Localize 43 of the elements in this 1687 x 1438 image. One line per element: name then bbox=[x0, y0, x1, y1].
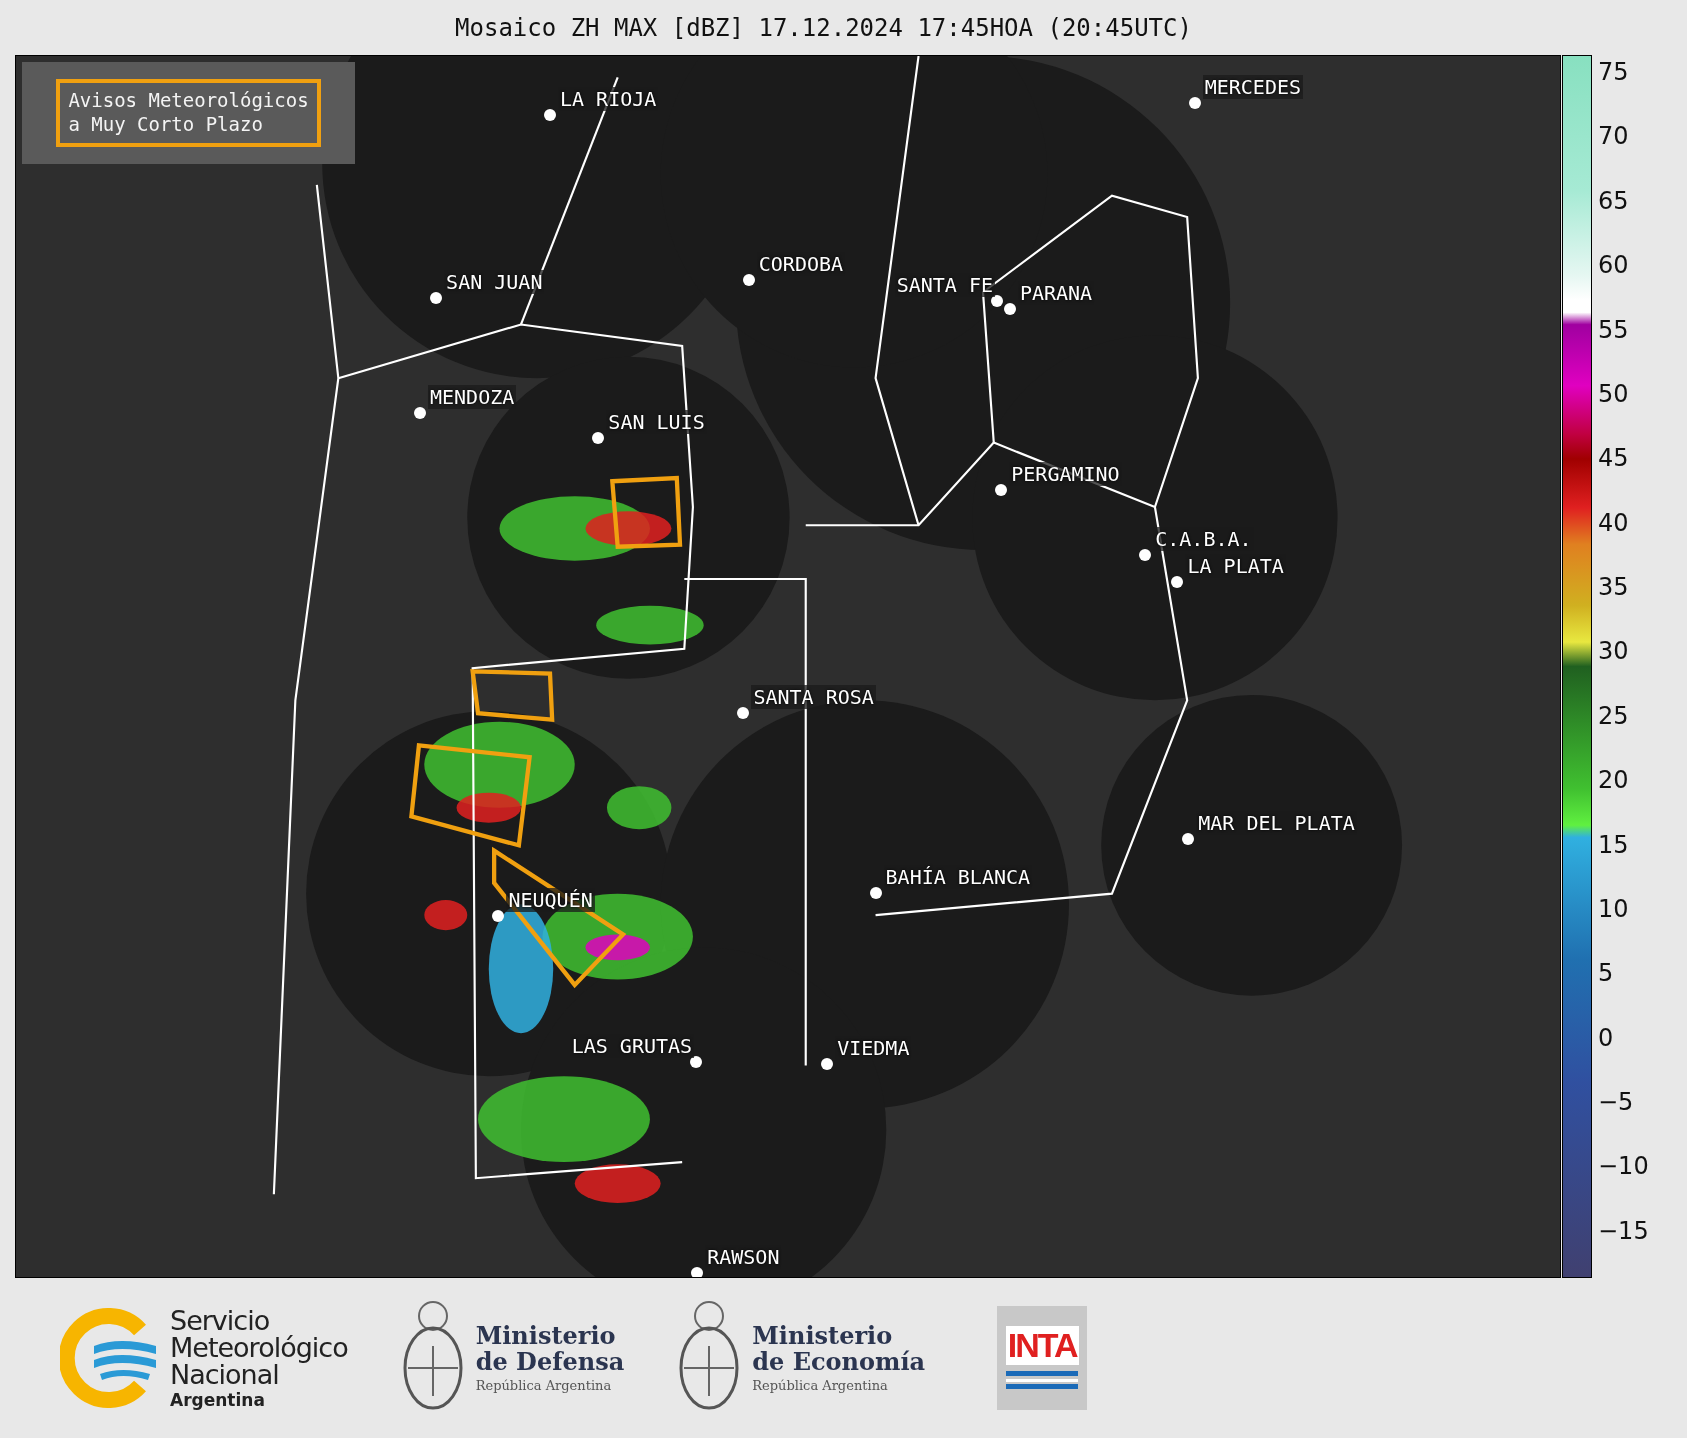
logo-text: Meteorológico bbox=[170, 1333, 348, 1361]
scale-tick-label: 50 bbox=[1598, 381, 1630, 406]
logo-subtitle: Argentina bbox=[170, 1389, 266, 1410]
logo-text: INTA bbox=[1005, 1325, 1079, 1365]
scale-tick-label: 75 bbox=[1598, 60, 1630, 84]
scale-tick-label: 60 bbox=[1598, 253, 1630, 278]
city-label: MENDOZA bbox=[428, 384, 517, 409]
scale-tick-label: 55 bbox=[1598, 317, 1630, 342]
scale-tick-label: 20 bbox=[1598, 768, 1630, 793]
map-title: Mosaico ZH MAX [dBZ] 17.12.2024 17:45HOA (20:45UTC) bbox=[455, 13, 1192, 42]
logo-text: Ministerio bbox=[475, 1323, 617, 1349]
scale-tick-label: 10 bbox=[1598, 896, 1630, 921]
scale-tick-label: −15 bbox=[1598, 1218, 1649, 1243]
logo-text: de Defensa bbox=[475, 1348, 625, 1374]
city-dot-icon bbox=[1188, 97, 1201, 110]
logo-text: Nacional bbox=[170, 1360, 279, 1388]
city-label: SAN JUAN bbox=[444, 269, 545, 294]
scale-tick-label: 65 bbox=[1598, 188, 1630, 213]
scale-tick-label: −5 bbox=[1598, 1090, 1635, 1114]
logo-subtitle: República Argentina bbox=[752, 1377, 889, 1393]
logo-text: Ministerio bbox=[752, 1323, 893, 1349]
city-label: SANTA ROSA bbox=[751, 685, 876, 710]
city-label: MERCEDES bbox=[1202, 75, 1303, 100]
scale-tick-label: 25 bbox=[1598, 703, 1630, 728]
logo-subtitle: República Argentina bbox=[475, 1377, 613, 1393]
scale-tick-label: 5 bbox=[1598, 961, 1615, 986]
legend-text: Avisos Meteorológicos a Muy Corto Plazo bbox=[68, 89, 309, 137]
city-dot-icon bbox=[414, 406, 426, 419]
logo-text: de Economía bbox=[752, 1348, 926, 1374]
scale-tick-label: 15 bbox=[1598, 832, 1630, 857]
scale-tick-label: −10 bbox=[1598, 1154, 1649, 1179]
scale-tick-label: 70 bbox=[1598, 124, 1630, 149]
city-label: SAN LUIS bbox=[606, 410, 707, 435]
logo-text: Servicio bbox=[170, 1306, 270, 1334]
scale-tick-label: 40 bbox=[1598, 510, 1630, 535]
city-dot-icon bbox=[737, 707, 750, 720]
scale-tick-label: 45 bbox=[1598, 446, 1630, 471]
scale-tick-label: 30 bbox=[1598, 639, 1630, 664]
stripes-icon bbox=[1006, 1370, 1079, 1391]
city-label: NEUQUÉN bbox=[506, 888, 595, 913]
scale-tick-label: 0 bbox=[1598, 1025, 1615, 1050]
scale-tick-label: 35 bbox=[1598, 575, 1630, 599]
city-dot-icon bbox=[691, 1266, 704, 1277]
